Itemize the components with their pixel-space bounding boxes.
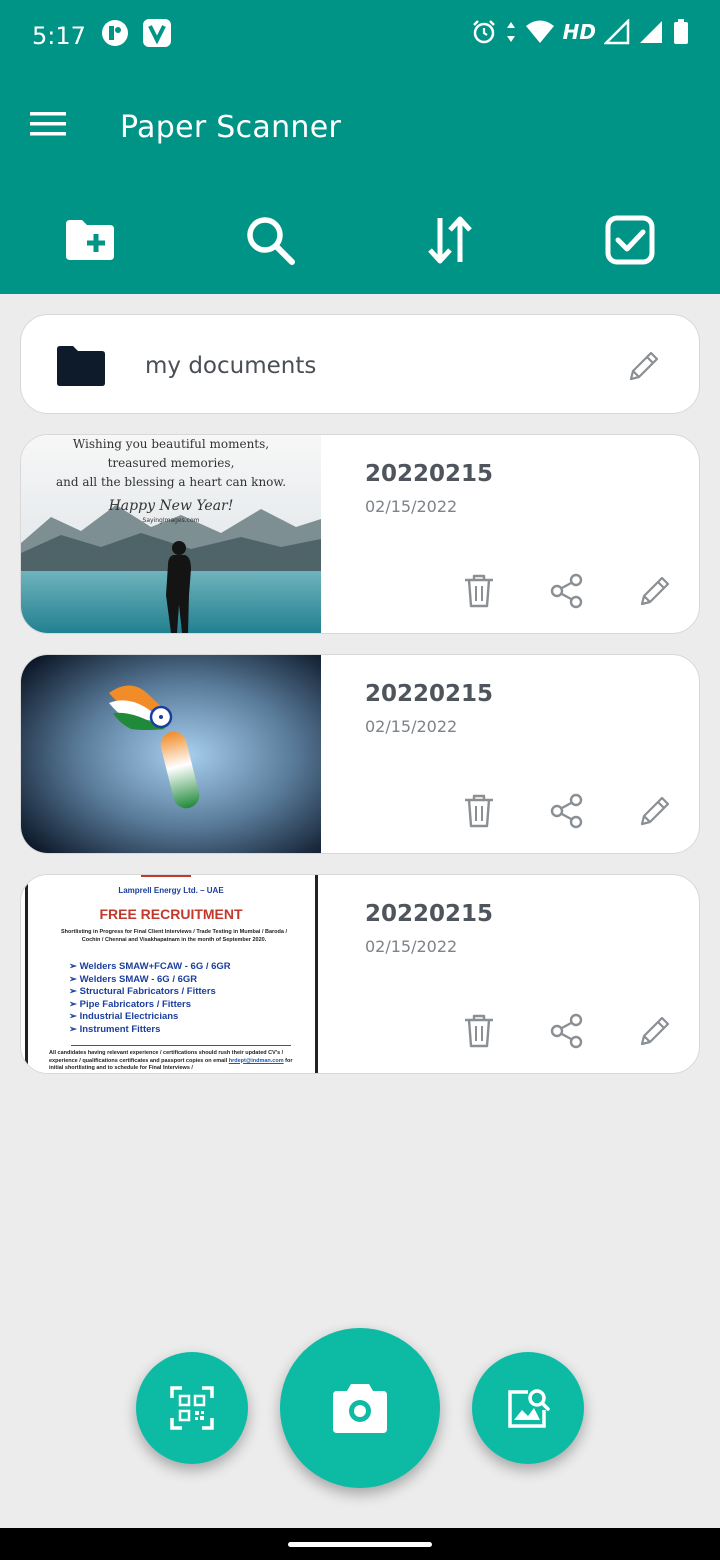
camera-scan-button[interactable]: [280, 1328, 440, 1488]
app-notification-icon: [102, 20, 128, 46]
pencil-icon: [629, 351, 659, 381]
share-button[interactable]: [545, 1009, 589, 1053]
search-button[interactable]: [240, 210, 300, 270]
thumbnail-email: hrdept@indman.com: [228, 1057, 284, 1064]
document-date: 02/15/2022: [365, 497, 458, 516]
document-thumbnail: [21, 655, 321, 853]
thumbnail-line: and all the blessing a heart can know.: [55, 475, 287, 489]
select-all-icon: [605, 215, 655, 265]
share-button[interactable]: [545, 569, 589, 613]
app-bar: Paper Scanner: [0, 72, 720, 182]
thumbnail-role: ➢ Instrument Fitters: [69, 1023, 161, 1035]
battery-icon: [674, 19, 688, 44]
trash-icon: [465, 574, 493, 608]
share-icon: [550, 793, 583, 829]
new-folder-button[interactable]: [60, 210, 120, 270]
signal-icon-2: [640, 21, 662, 43]
share-icon: [550, 573, 583, 609]
import-image-button[interactable]: [472, 1352, 584, 1464]
document-title: 20220215: [365, 681, 494, 707]
system-status-icons: 4 HD: [471, 18, 690, 46]
thumbnail-role: ➢ Structural Fabricators / Fitters: [69, 986, 216, 998]
document-title: 20220215: [365, 901, 494, 927]
folder-item[interactable]: my documents: [20, 314, 700, 414]
document-item[interactable]: 20220215 02/15/2022: [20, 654, 700, 854]
pencil-icon: [640, 796, 670, 826]
document-item[interactable]: Wishing you beautiful moments, treasured…: [20, 434, 700, 634]
delete-button[interactable]: [457, 789, 501, 833]
thumbnail-line: Wishing you beautiful moments,: [72, 437, 270, 451]
data-transfer-icon: [506, 22, 515, 42]
folder-edit-button[interactable]: [625, 347, 663, 390]
image-search-icon: [508, 1389, 550, 1428]
wifi-icon: 4: [525, 20, 554, 44]
edit-button[interactable]: [633, 1009, 677, 1053]
signal-badge: 4: [544, 33, 551, 44]
v-app-notification-icon: [143, 19, 171, 47]
system-navigation-bar: [0, 1528, 720, 1560]
toolbar: [0, 182, 720, 294]
delete-button[interactable]: [457, 1009, 501, 1053]
thumbnail-role: ➢ Welders SMAW - 6G / 6GR: [69, 973, 198, 985]
notification-icons: [100, 18, 172, 48]
menu-button[interactable]: [28, 108, 84, 148]
share-button[interactable]: [545, 789, 589, 833]
document-date: 02/15/2022: [365, 717, 458, 736]
sort-icon: [428, 216, 472, 264]
thumbnail-line: treasured memories,: [107, 456, 235, 470]
network-type-label: HD: [562, 20, 596, 44]
thumbnail-company: Lamprell Energy Ltd. – UAE: [118, 886, 224, 895]
document-title: 20220215: [365, 461, 494, 487]
delete-button[interactable]: [457, 569, 501, 613]
trash-icon: [465, 1014, 493, 1048]
pencil-icon: [640, 576, 670, 606]
thumbnail-credit: SayingImages.com: [142, 517, 200, 524]
qr-scan-button[interactable]: [136, 1352, 248, 1464]
sort-button[interactable]: [420, 210, 480, 270]
document-thumbnail: Lamprell Energy Ltd. – UAE FREE RECRUITM…: [21, 875, 321, 1073]
alarm-icon: [472, 20, 495, 44]
thumbnail-headline: FREE RECRUITMENT: [99, 906, 243, 922]
camera-icon: [333, 1384, 387, 1433]
document-item[interactable]: Lamprell Energy Ltd. – UAE FREE RECRUITM…: [20, 874, 700, 1074]
folder-name: my documents: [145, 353, 317, 379]
pencil-icon: [640, 1016, 670, 1046]
folder-icon: [57, 346, 105, 386]
thumbnail-intro: Shortlisting in Progress for Final Clien…: [60, 929, 288, 943]
thumbnail-role: ➢ Pipe Fabricators / Fitters: [69, 998, 192, 1010]
qr-code-icon: [170, 1386, 214, 1430]
thumbnail-greeting: Happy New Year!: [108, 498, 234, 514]
edit-button[interactable]: [633, 569, 677, 613]
new-folder-icon: [66, 220, 114, 260]
search-icon: [247, 217, 295, 265]
thumbnail-role: ➢ Industrial Electricians: [69, 1011, 179, 1023]
signal-icon: [604, 19, 630, 45]
share-icon: [550, 1013, 583, 1049]
app-title: Paper Scanner: [120, 110, 342, 145]
trash-icon: [465, 794, 493, 828]
status-time: 5:17: [32, 22, 86, 50]
document-date: 02/15/2022: [365, 937, 458, 956]
status-bar: 5:17 4 HD: [0, 0, 720, 72]
thumbnail-role: ➢ Welders SMAW+FCAW - 6G / 6GR: [69, 961, 231, 972]
hamburger-menu-icon: [30, 112, 66, 136]
edit-button[interactable]: [633, 789, 677, 833]
home-gesture-handle[interactable]: [288, 1542, 432, 1547]
document-thumbnail: Wishing you beautiful moments, treasured…: [21, 435, 321, 633]
select-all-button[interactable]: [600, 210, 660, 270]
flag-art-image: [21, 655, 321, 853]
